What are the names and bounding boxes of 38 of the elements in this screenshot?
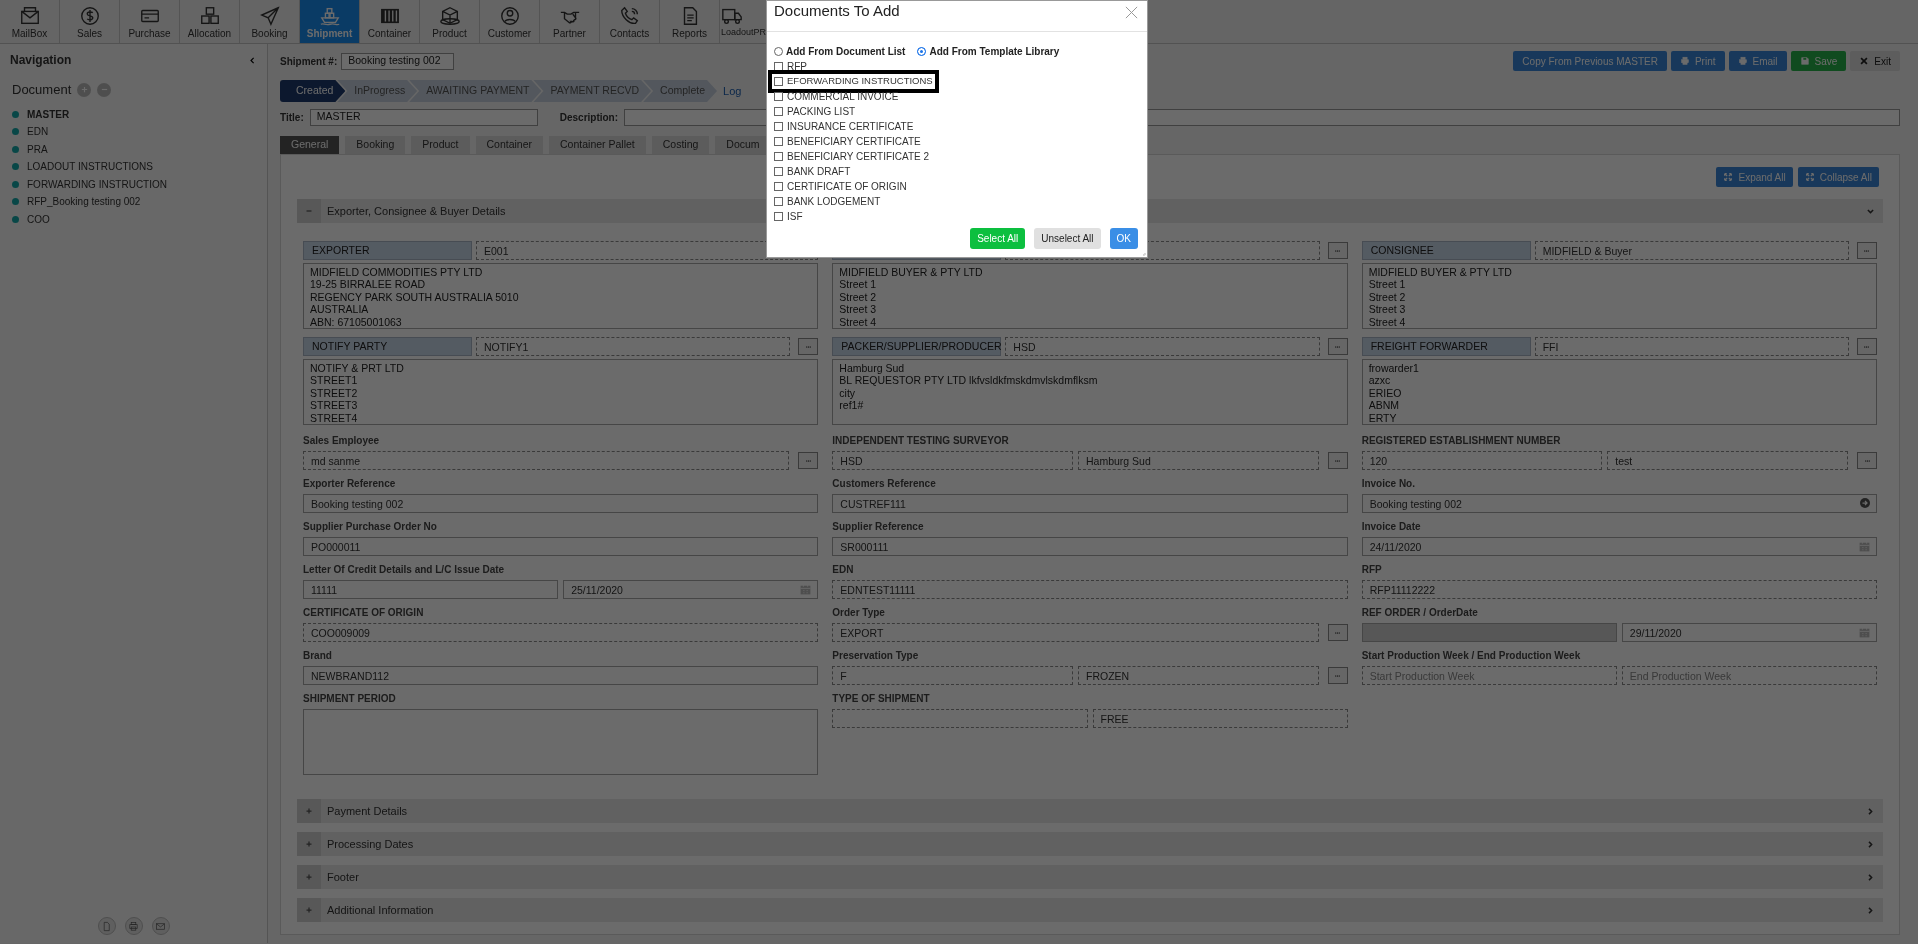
field-label: Customers Reference <box>832 477 937 491</box>
field-label: Supplier Reference <box>832 520 925 534</box>
field-label: REGISTERED ESTABLISHMENT NUMBER <box>1361 434 1562 448</box>
field-label: Invoice No. <box>1361 477 1416 491</box>
field-label: Shipment #: <box>280 54 338 69</box>
section-title: Processing Dates <box>327 836 414 852</box>
field-label: Exporter Reference <box>303 477 397 491</box>
section-title: Exporter, Consignee & Buyer Details <box>327 203 506 219</box>
field-label: CERTIFICATE OF ORIGIN <box>303 606 425 620</box>
panel-title: Navigation <box>10 52 72 69</box>
field-label: Preservation Type <box>832 649 920 663</box>
field-label: Supplier Purchase Order No <box>303 520 438 534</box>
field-label: Invoice Date <box>1361 520 1422 534</box>
field-label: REF ORDER / OrderDate <box>1361 606 1479 620</box>
party-label: NOTIFY PARTY <box>303 337 472 356</box>
field-label: Letter Of Credit Details and L/C Issue Date <box>303 563 506 577</box>
status-step: PAYMENT RECVD <box>533 80 652 102</box>
field-label: Title: <box>280 110 304 125</box>
section-title: Additional Information <box>327 902 434 918</box>
field-label: Description: <box>559 110 619 125</box>
section-title: Footer <box>327 869 359 885</box>
status-step: Complete <box>643 80 718 102</box>
field-label: EDN <box>832 563 855 577</box>
party-label: FREIGHT FORWARDER <box>1361 337 1531 356</box>
field-label: RFP <box>1361 563 1383 577</box>
party-label: EXPORTER <box>303 241 472 260</box>
field-label: INDEPENDENT TESTING SURVEYOR <box>832 434 1010 448</box>
section-title: Document <box>12 81 72 99</box>
section-title: Payment Details <box>327 803 408 819</box>
status-step: AWAITING PAYMENT <box>409 80 542 102</box>
field-label: Order Type <box>832 606 886 620</box>
field-label: TYPE OF SHIPMENT <box>832 692 931 706</box>
field-label: Brand <box>303 649 333 663</box>
field-label: SHIPMENT PERIOD <box>303 692 397 706</box>
field-label: Start Production Week / End Production Week <box>1361 649 1582 663</box>
field-label: Sales Employee <box>303 434 381 448</box>
party-label: CONSIGNEE <box>1361 241 1531 260</box>
party-label: PACKER/SUPPLIER/PRODUCER <box>832 337 1002 356</box>
